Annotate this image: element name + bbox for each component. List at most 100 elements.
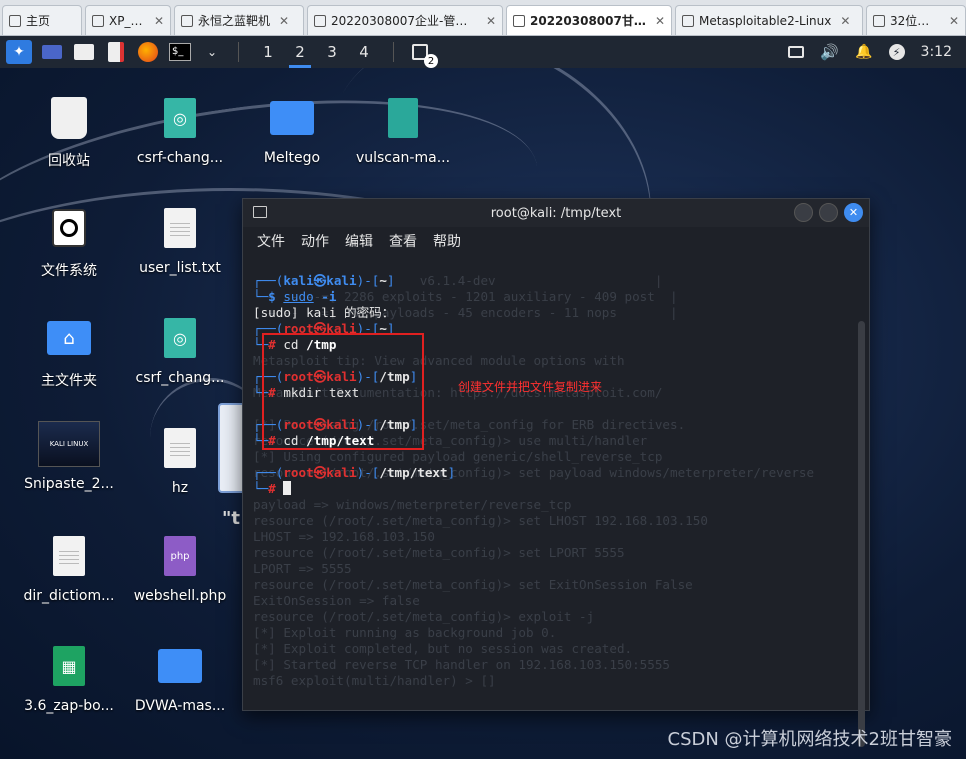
workspace-2[interactable]: 2 [285,43,315,68]
chevron-down-icon[interactable]: ⌄ [200,40,224,64]
desktop-icon-zap[interactable]: ▦ 3.6_zap-bo... [14,642,124,714]
desktop-icon-label: DVWA-mas... [134,698,226,714]
prompt-dir: /tmp/text [379,465,448,480]
desktop-icon-label: 文件系统 [41,263,97,279]
tab-close-icon[interactable]: ✕ [949,14,959,28]
firefox-icon[interactable] [136,40,160,64]
show-desktop-icon[interactable] [40,40,64,64]
vm-tab-label: 20220308007甘智豪 [530,14,646,28]
html-file-icon: ◎ [164,98,196,138]
text-file-icon [53,536,85,576]
desktop-icon-filesystem[interactable]: 文件系统 [14,204,124,280]
terminal-menu-item[interactable]: 动作 [301,231,329,251]
desktop-icon-label: hz [171,480,189,496]
vm-tab[interactable]: XP_en ✕ [85,5,171,35]
vm-tab[interactable]: 20220308007甘智豪 ✕ [506,5,672,35]
power-icon[interactable]: ⚡ [888,44,905,60]
vm-tab[interactable]: 永恒之蓝靶机 ✕ [174,5,304,35]
desktop-icon-snipaste[interactable]: KALI LINUX Snipaste_2... [14,420,124,492]
desktop-icon-meltego[interactable]: Meltego [237,94,347,166]
panel-separator [238,42,239,62]
workspace-1[interactable]: 1 [253,43,283,61]
terminal-window[interactable]: root@kali: /tmp/text ✕ 文件 动作 编辑 查看 帮助 v6.1.4… [242,198,870,747]
desktop-icon-label: vulscan-ma... [355,150,451,166]
desktop-icon-user-list[interactable]: user_list.txt [125,204,235,276]
workspace-switcher: 1234 [253,43,379,68]
tab-page-icon [92,14,104,27]
minimize-button[interactable] [794,203,813,222]
terminal-scrollbar[interactable] [858,321,865,747]
desktop: 回收站 ◎ csrf-chang... Meltego vulscan-ma..… [0,68,966,759]
vm-tab[interactable]: 20220308007企业-管理甘智豪 ✕ [307,5,503,35]
terminal-menu-item[interactable]: 帮助 [433,231,461,251]
tab-page-icon [873,14,885,27]
annotation-text: 创建文件并把文件复制进来 [458,380,603,394]
volume-icon[interactable]: 🔊 [820,43,839,61]
file-manager-icon[interactable] [72,40,96,64]
display-icon[interactable] [788,46,805,58]
tab-close-icon[interactable]: ✕ [486,14,496,28]
desktop-icon-trash[interactable]: 回收站 [14,94,124,170]
csdn-watermark: CSDN @计算机网络技术2班甘智豪 [667,729,953,750]
desktop-icon-webshell[interactable]: php webshell.php [125,532,235,604]
vm-tab-label: 永恒之蓝靶机 [198,14,271,28]
vm-tab[interactable]: Metasploitable2-Linux ✕ [675,5,863,35]
desktop-icon-dvwa[interactable]: DVWA-mas... [125,642,235,714]
text-editor-icon[interactable] [104,40,128,64]
desktop-icon-vulscan[interactable]: vulscan-ma... [348,94,458,166]
terminal-menu-item[interactable]: 编辑 [345,231,373,251]
workspace-3[interactable]: 3 [317,43,347,61]
kali-top-panel: ✦ $_ ⌄ 1234 2 🔊 🔔 ⚡ 3:12 [0,36,966,68]
terminal-titlebar[interactable]: root@kali: /tmp/text ✕ [243,199,869,227]
vm-tab-strip: 主页XP_en✕永恒之蓝靶机✕20220308007企业-管理甘智豪✕20220… [0,0,966,36]
tab-close-icon[interactable]: ✕ [840,14,850,28]
tab-page-icon [181,14,193,27]
vm-tab-label: Metasploitable2-Linux [699,13,832,28]
workspace-4[interactable]: 4 [349,43,379,61]
terminal-menu-item[interactable]: 文件 [257,231,285,251]
close-button[interactable]: ✕ [844,203,863,222]
sudo-password-prompt: [sudo] kali 的密码： [253,305,395,320]
php-file-icon: php [164,536,196,576]
tab-page-icon [314,14,326,27]
notification-bell-icon[interactable]: 🔔 [855,44,872,60]
desktop-icon-dir-dictionary[interactable]: dir_dictiom... [14,532,124,604]
terminal-title: root@kali: /tmp/text [490,205,622,221]
desktop-icon-label: 3.6_zap-bo... [24,698,114,714]
text-file-icon [164,428,196,468]
prompt-root-host: root㉿kali [283,465,357,480]
desktop-icon-csrf-change-1[interactable]: ◎ csrf-chang... [125,94,235,166]
tab-close-icon[interactable]: ✕ [154,14,164,28]
folder-icon [158,649,202,683]
terminal-menu-item[interactable]: 查看 [389,231,417,251]
filesystem-icon [52,209,86,247]
annotation-highlight-box [262,333,424,450]
kali-menu-icon[interactable]: ✦ [6,40,32,64]
desktop-icon-label: webshell.php [133,588,227,604]
clock[interactable]: 3:12 [921,44,952,60]
zip-icon [388,98,418,138]
prompt-user-host: kali㉿kali [283,273,357,288]
desktop-icon-label: csrf-chang... [136,150,224,166]
prompt-dir: ~ [379,273,387,288]
panel-separator [393,42,394,62]
panel-tray: 🔊 🔔 ⚡ 3:12 [788,43,960,61]
desktop-icon-csrf-change-2[interactable]: ◎ csrf_chang... [125,314,235,386]
command-sudo: sudo [283,289,314,304]
vm-tab[interactable]: 32位Wind... ✕ [866,5,966,35]
tab-close-icon[interactable]: ✕ [655,14,665,28]
home-folder-icon: ⌂ [47,321,91,355]
tab-close-icon[interactable]: ✕ [279,14,289,28]
maximize-button[interactable] [819,203,838,222]
tab-page-icon [513,14,525,27]
desktop-icon-label: 主文件夹 [41,373,97,389]
folder-icon [270,101,314,135]
terminal-cursor [283,481,292,495]
vm-tab-label: XP_en [109,13,145,28]
desktop-icon-home[interactable]: ⌂ 主文件夹 [14,314,124,390]
command-sudo-arg: -i [321,289,337,304]
vm-tab[interactable]: 主页 [2,5,82,35]
terminal-task-button[interactable]: 2 [408,40,438,68]
trash-icon [51,97,87,139]
terminal-launcher-icon[interactable]: $_ [168,40,192,64]
